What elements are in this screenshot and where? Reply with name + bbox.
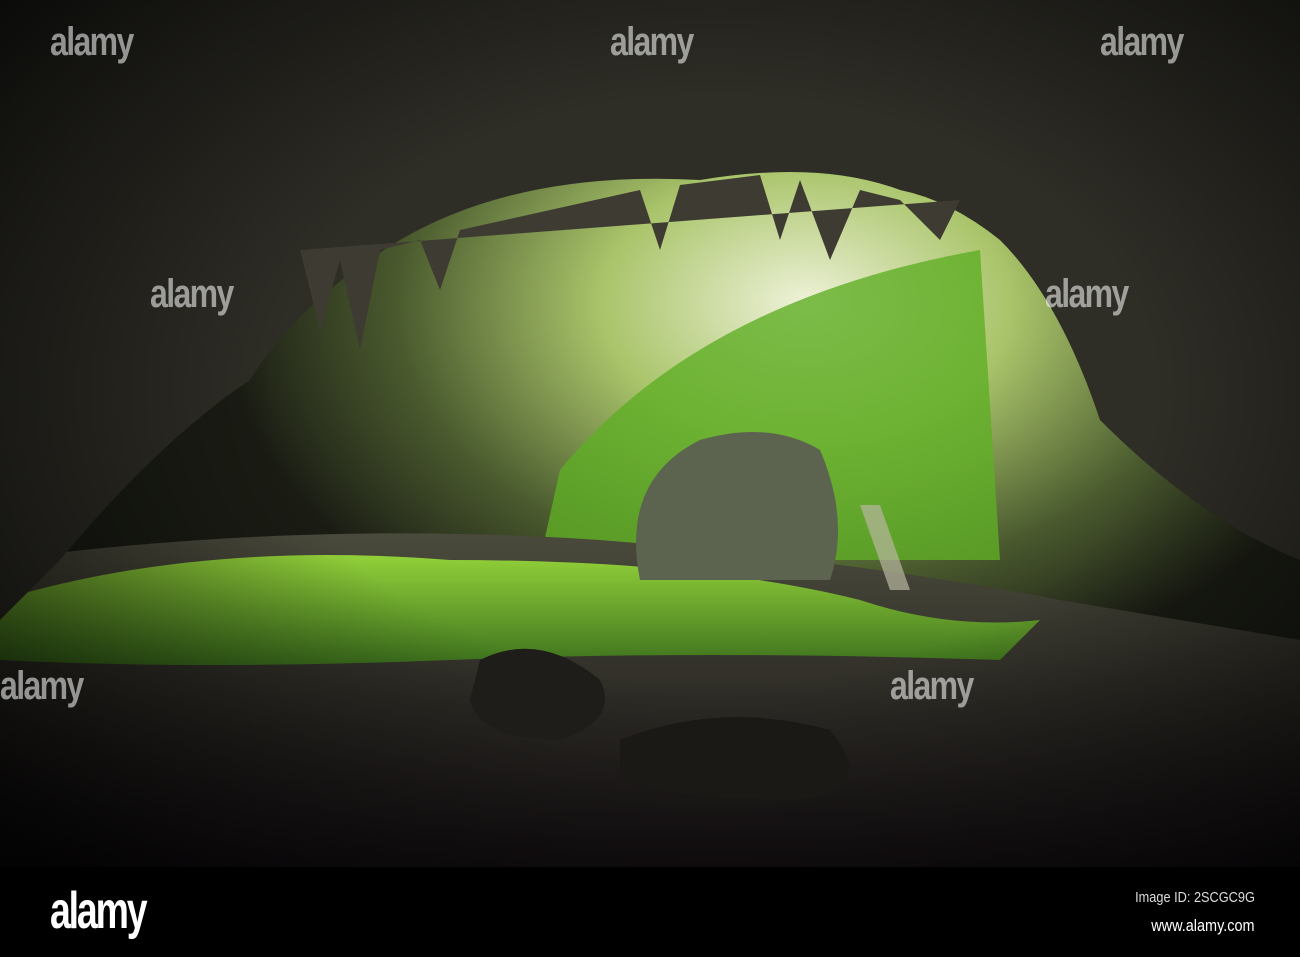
stock-photo-page: alamy alamy alamy alamy alamy alamy alam… <box>0 0 1300 957</box>
watermark: alamy <box>890 664 974 708</box>
watermark: alamy <box>50 20 134 64</box>
cave-scene <box>0 0 1300 867</box>
watermark: alamy <box>1045 272 1129 316</box>
watermark: alamy <box>0 664 84 708</box>
image-id: Image ID: 2SCGC9G <box>1135 889 1255 906</box>
alamy-logo: alamy <box>50 882 148 940</box>
watermark: alamy <box>150 272 234 316</box>
footer-bar: alamy Image ID: 2SCGC9G www.alamy.com <box>0 867 1300 957</box>
watermark: alamy <box>1100 20 1184 64</box>
site-url[interactable]: www.alamy.com <box>1152 916 1255 936</box>
watermark: alamy <box>610 20 694 64</box>
cave-photo: alamy alamy alamy alamy alamy alamy alam… <box>0 0 1300 867</box>
foreground-rock <box>620 717 850 800</box>
